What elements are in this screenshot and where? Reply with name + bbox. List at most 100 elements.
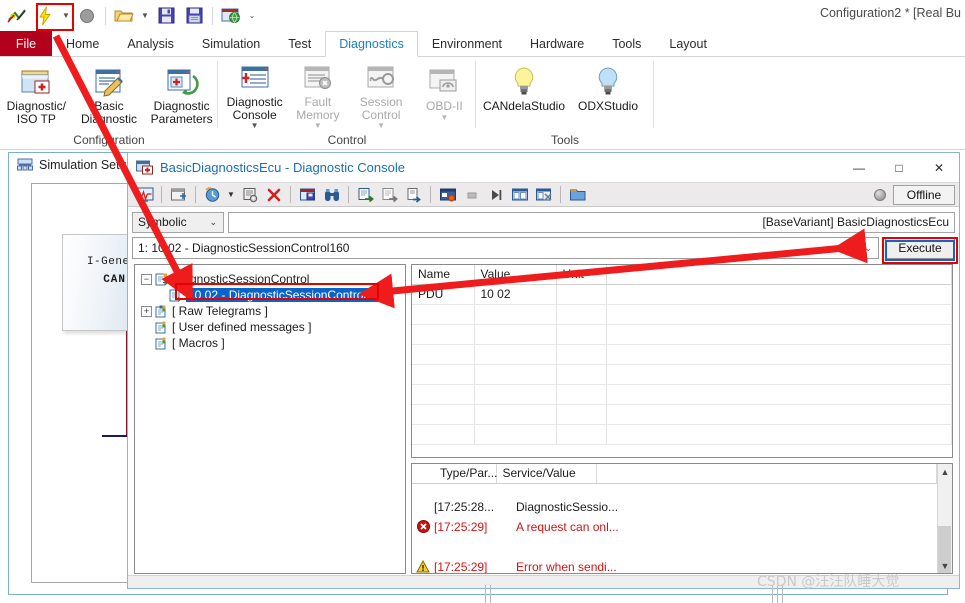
lightning-start-icon[interactable] (32, 4, 58, 28)
table-row-empty[interactable] (412, 404, 952, 425)
ribbon-button-diagnostic-parameters[interactable]: Diagnostic Parameters (145, 59, 218, 128)
binoculars-icon[interactable] (320, 184, 343, 205)
grid-col-blank[interactable] (606, 265, 952, 285)
tab-hardware[interactable]: Hardware (516, 31, 598, 56)
canoe-logo-icon[interactable] (4, 4, 30, 28)
gears-doc-icon[interactable] (238, 184, 261, 205)
save-doc-icon[interactable] (296, 184, 319, 205)
doc-out-icon[interactable] (378, 184, 401, 205)
tree-item-diagnosticsessioncontrol[interactable]: − DiagnosticSessionControl (141, 271, 405, 287)
tab-test[interactable]: Test (274, 31, 325, 56)
log-col-type-par[interactable]: Type/Par... (434, 464, 497, 484)
diagnostic-console-dialog[interactable]: BasicDiagnosticsEcu - Diagnostic Console… (127, 152, 960, 589)
ribbon-button-session-control[interactable]: Session Control ▼ (350, 59, 413, 130)
lightning-dropdown-icon[interactable]: ▼ (60, 4, 72, 28)
scroll-up-icon[interactable]: ▲ (938, 464, 952, 479)
table-row[interactable]: PDU 10 02 (412, 284, 952, 305)
tab-diagnostics[interactable]: Diagnostics (325, 31, 418, 57)
step-end-icon[interactable] (484, 184, 507, 205)
service-combo[interactable]: 1: 10 02 - DiagnosticSessionControl160 ⌄ (132, 237, 879, 259)
tab-home[interactable]: Home (52, 31, 113, 56)
clock-dropdown-icon[interactable]: ▼ (225, 184, 237, 205)
table-row-empty[interactable] (412, 344, 952, 365)
globe-window-icon[interactable] (218, 4, 244, 28)
window-plus-icon (238, 63, 272, 93)
expander-collapse-icon[interactable]: − (141, 273, 152, 285)
grid-col-name[interactable]: Name (412, 265, 475, 285)
chevron-down-icon[interactable]: ▼ (440, 113, 448, 122)
save-all-icon[interactable] (181, 4, 207, 28)
open-folder-dropdown-icon[interactable]: ▼ (139, 4, 151, 28)
doc-in-icon[interactable] (354, 184, 377, 205)
table-row-empty[interactable] (412, 364, 952, 385)
scroll-down-icon[interactable]: ▼ (938, 558, 952, 573)
chevron-down-icon[interactable]: ▼ (377, 121, 385, 130)
tree-item-user-defined-messages[interactable]: [ User defined messages ] (141, 319, 405, 335)
table-row-empty[interactable] (412, 304, 952, 325)
chevron-down-icon[interactable]: ▼ (314, 121, 322, 130)
open-folder-icon[interactable] (111, 4, 137, 28)
log-panel[interactable]: Type/Par... Service/Value [17:25:28... D… (411, 463, 953, 574)
offline-button[interactable]: Offline (893, 185, 955, 205)
log-col-blank[interactable] (596, 464, 937, 484)
tab-simulation[interactable]: Simulation (188, 31, 274, 56)
table-row-empty[interactable] (412, 324, 952, 345)
close-icon[interactable]: ✕ (919, 153, 959, 182)
log-entry-time: [17:25:29] (434, 559, 488, 574)
log-col-service-value[interactable]: Service/Value (496, 464, 597, 484)
chevron-down-icon[interactable]: ⌄ (864, 243, 872, 254)
clock-blue-icon[interactable] (201, 184, 224, 205)
expander-expand-icon[interactable]: + (141, 305, 152, 317)
grid-col-value[interactable]: Value (474, 265, 557, 285)
log-scrollbar[interactable]: ▲ ▼ (937, 464, 952, 573)
connection-led-icon (874, 189, 886, 201)
ribbon-button-candelastudio[interactable]: CANdelaStudio (482, 59, 566, 128)
simulation-setup-icon (17, 158, 33, 171)
ribbon-button-obd-ii[interactable]: OBD-II ▼ (413, 59, 476, 128)
doc-arrow-icon[interactable] (402, 184, 425, 205)
tab-analysis[interactable]: Analysis (113, 31, 188, 56)
dialog-title-bar[interactable]: BasicDiagnosticsEcu - Diagnostic Console… (128, 153, 959, 182)
tab-environment[interactable]: Environment (418, 31, 516, 56)
execute-button[interactable]: Execute (885, 237, 955, 259)
chevron-down-icon[interactable]: ▼ (251, 121, 259, 130)
cell-empty (606, 364, 952, 385)
maximize-icon[interactable]: □ (879, 153, 919, 182)
save-icon[interactable] (153, 4, 179, 28)
table-row-empty[interactable] (412, 424, 952, 445)
gray-square-icon[interactable] (460, 184, 483, 205)
ribbon-button-basic-diagnostic[interactable]: Basic Diagnostic (73, 59, 146, 128)
tree-item-10-02-diagnosticsessioncontrol160[interactable]: 10 02 - DiagnosticSessionControl160 (141, 287, 405, 303)
ribbon-label: Fault Memory (296, 95, 340, 122)
service-combo-value: 1: 10 02 - DiagnosticSessionControl160 (138, 241, 350, 255)
ribbon-button-diagnostic-iso-tp[interactable]: Diagnostic/ ISO TP (0, 59, 73, 128)
table-row-empty[interactable] (412, 384, 952, 405)
parameter-grid-panel[interactable]: Name Value Unit PDU 10 02 (411, 264, 953, 458)
log-entry[interactable]: [17:25:29] A request can onl... (412, 517, 952, 537)
tab-tools[interactable]: Tools (598, 31, 655, 56)
ribbon-button-diagnostic-console[interactable]: Diagnostic Console ▼ (223, 59, 286, 130)
symbolic-mode-select[interactable]: Symbolic ⌄ (132, 211, 224, 233)
ribbon-button-odxstudio[interactable]: ODXStudio (566, 59, 650, 128)
tree-item-macros[interactable]: [ Macros ] (141, 335, 405, 351)
ribbon-label: Diagnostic Console (226, 95, 283, 122)
monitor-wave-icon[interactable] (133, 184, 156, 205)
tree-item-raw-telegrams[interactable]: + [ Raw Telegrams ] (141, 303, 405, 319)
window-clear-icon[interactable] (532, 184, 555, 205)
log-entry[interactable]: [17:25:28... DiagnosticSessio... (412, 497, 952, 517)
customize-qat-icon[interactable]: ⌄ (246, 4, 258, 28)
red-x-icon[interactable] (262, 184, 285, 205)
grid-col-unit[interactable]: Unit (556, 265, 607, 285)
folder-blue-icon[interactable] (566, 184, 589, 205)
stop-icon[interactable] (74, 4, 100, 28)
window-split-icon[interactable] (508, 184, 531, 205)
window-add-icon[interactable] (167, 184, 190, 205)
window-red-dot-icon[interactable] (436, 184, 459, 205)
tab-layout[interactable]: Layout (655, 31, 721, 56)
ribbon-button-fault-memory[interactable]: Fault Memory ▼ (286, 59, 349, 130)
minimize-icon[interactable]: — (839, 153, 879, 182)
ribbon-group-configuration: Diagnostic/ ISO TP Basic Diagnostic Diag… (0, 57, 218, 150)
service-tree-panel[interactable]: − DiagnosticSessionControl 10 02 - Diagn… (134, 264, 406, 574)
chevron-down-icon[interactable]: ⌄ (209, 217, 217, 228)
tab-file[interactable]: File (0, 31, 52, 56)
